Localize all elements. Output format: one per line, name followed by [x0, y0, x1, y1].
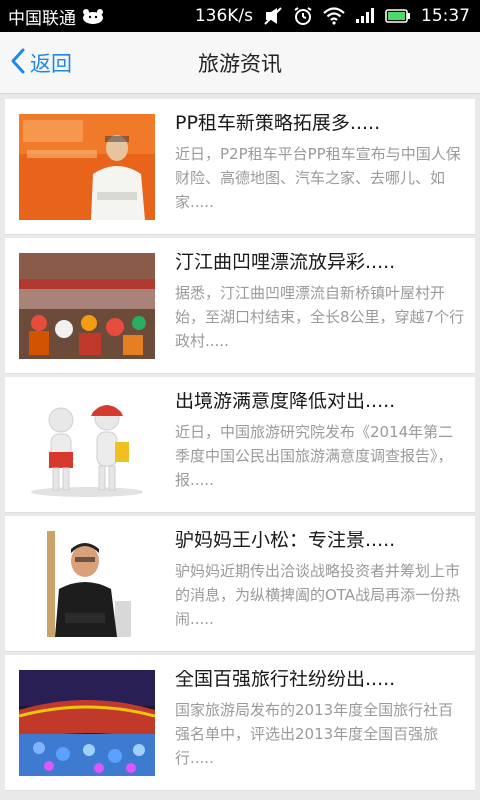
news-thumbnail [19, 252, 155, 359]
page-title: 旅游资讯 [198, 52, 282, 76]
news-item[interactable]: PP租车新策略拓展多..... 近日，P2P租车平台PP租车宣布与中国人保财险、… [5, 99, 475, 235]
news-title: PP租车新策略拓展多..... [175, 113, 381, 134]
news-thumbnail [19, 391, 155, 498]
battery-icon [385, 9, 411, 23]
news-summary: 驴妈妈近期传出洽谈战略投资者并筹划上市的消息，为纵横捭阖的OTA战局再添一份热闹… [175, 561, 461, 628]
news-title: 全国百强旅行社纷纷出..... [175, 669, 396, 690]
news-item[interactable]: 驴妈妈王小松：专注景..... 驴妈妈近期传出洽谈战略投资者并筹划上市的消息，为… [5, 516, 475, 652]
news-item[interactable]: 汀江曲凹哩漂流放异彩..... 据悉，汀江曲凹哩漂流自新桥镇叶屋村开始，至湖口村… [5, 238, 475, 374]
signal-icon [355, 8, 375, 24]
news-summary: 近日，中国旅游研究院发布《2014年第二季度中国公民出国旅游满意度调查报告》，报… [175, 422, 454, 489]
news-item[interactable]: 全国百强旅行社纷纷出..... 国家旅游局发布的2013年度全国旅行社百强名单中… [5, 655, 475, 791]
news-summary: 据悉，汀江曲凹哩漂流自新桥镇叶屋村开始，至湖口村结束，全长8公里，穿越7个行政村… [175, 283, 465, 350]
news-summary: 国家旅游局发布的2013年度全国旅行社百强名单中，评选出2013年度全国百强旅行… [175, 700, 454, 767]
news-item[interactable]: 出境游满意度降低对出..... 近日，中国旅游研究院发布《2014年第二季度中国… [5, 377, 475, 513]
news-list[interactable]: PP租车新策略拓展多..... 近日，P2P租车平台PP租车宣布与中国人保财险、… [0, 94, 480, 800]
news-title: 汀江曲凹哩漂流放异彩..... [175, 252, 396, 273]
alarm-icon [293, 6, 313, 26]
notification-icon [82, 8, 104, 24]
news-summary: 近日，P2P租车平台PP租车宣布与中国人保财险、高德地图、汽车之家、去哪儿、如家… [175, 144, 461, 211]
mute-icon [263, 6, 283, 26]
title-bar: 返回 旅游资讯 [0, 32, 480, 94]
news-thumbnail [19, 113, 155, 220]
network-speed: 136K/s [194, 6, 253, 26]
status-bar: 中国联通 136K/s 15:37 [0, 0, 480, 32]
news-title: 驴妈妈王小松：专注景..... [175, 530, 396, 551]
clock: 15:37 [421, 6, 470, 26]
news-thumbnail [19, 530, 155, 637]
news-thumbnail [19, 669, 155, 776]
news-title: 出境游满意度降低对出..... [175, 391, 396, 412]
carrier-label: 中国联通 [8, 8, 76, 29]
wifi-icon [323, 7, 345, 25]
